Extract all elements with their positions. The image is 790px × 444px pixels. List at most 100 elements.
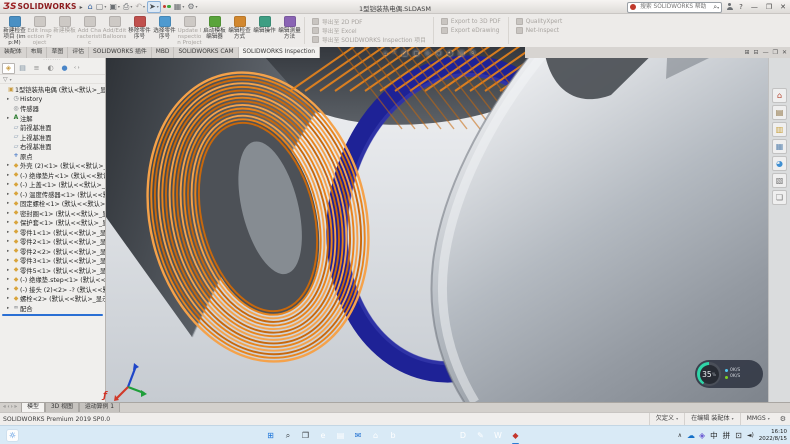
tree-item[interactable]: ▸ 注解 <box>0 114 105 124</box>
view-palette-icon[interactable]: ▦ <box>772 139 787 154</box>
dropdown-caret-icon[interactable]: ▾ <box>182 4 184 9</box>
help-search-box[interactable]: ⌕ ▾ <box>627 2 722 13</box>
command-tab[interactable]: SOLIDWORKS CAM <box>174 47 238 58</box>
view-settings-icon[interactable]: ⚙ <box>470 49 476 57</box>
ribbon-small-button[interactable]: 导出至 Excel <box>312 26 426 35</box>
ribbon-small-button[interactable]: Export eDrawing <box>441 26 501 35</box>
tree-item[interactable]: ▸ 1型铠装热电偶 (默认<默认>_显示状态-1 <box>0 85 105 95</box>
home-icon[interactable]: ⌂ ▾ <box>87 1 94 13</box>
widgets-icon[interactable]: ☼ <box>6 429 19 442</box>
sw-resources-icon[interactable]: ⌂ <box>772 88 787 103</box>
edge-icon[interactable]: e <box>317 429 330 442</box>
ribbon-button[interactable]: 编辑测量方法 <box>277 14 302 47</box>
tree-item[interactable]: ▸ (-) 绝缘垫.step<1> (默认<<默认> <box>0 275 105 285</box>
status-item[interactable]: 欠定义▾ <box>649 413 684 425</box>
doc-new-window-icon[interactable]: ⊞ <box>745 47 750 58</box>
tree-item[interactable]: ▸ (-) 绝缘垫片<1> (默认<<默认>_显 <box>0 171 105 181</box>
tree-item[interactable]: ▸ 前视基准面 <box>0 123 105 133</box>
browser-icon[interactable] <box>439 429 452 442</box>
tree-item[interactable]: ▸ 螺栓<2> (默认<<默认>_显示状态 <box>0 294 105 304</box>
doc-close-icon[interactable]: ✕ <box>782 47 787 58</box>
tree-filter[interactable]: ▽ ▾ <box>0 75 105 84</box>
status-gear-icon[interactable]: ⚙ <box>776 415 790 423</box>
store-icon[interactable]: ⌂ <box>369 429 382 442</box>
model-tab[interactable]: 3D 视图 <box>45 402 79 412</box>
dropdown-caret-icon[interactable]: ▾ <box>118 4 120 9</box>
command-tab[interactable]: 草图 <box>47 47 68 58</box>
forum-icon[interactable]: ❏ <box>772 190 787 205</box>
tree-item[interactable]: ▸ 密封圈<1> (默认<<默认>_显示状态 <box>0 209 105 219</box>
tree-item[interactable]: ▸ History <box>0 95 105 105</box>
tree-item[interactable]: ▸ (-) 上盖<1> (默认<<默认>_显示状 <box>0 180 105 190</box>
ime-mode-indicator[interactable]: 拼 <box>723 430 731 441</box>
ribbon-small-button[interactable]: 导出至 2D PDF <box>312 17 426 26</box>
traffic-light-icon[interactable]: ▾ <box>162 1 172 13</box>
status-item[interactable]: 在编辑 装配体▾ <box>684 413 740 425</box>
task-view-icon[interactable]: ❐ <box>299 429 312 442</box>
model-tab[interactable]: 模型 <box>21 402 45 412</box>
tree-item[interactable]: ▸ 配合 <box>0 304 105 314</box>
tab-dimxpertmanager[interactable]: ◐ <box>44 63 57 74</box>
tab-featuremanager[interactable]: ◈ <box>2 63 15 74</box>
tray-chevron-icon[interactable]: ∧ <box>678 432 682 439</box>
custom-properties-icon[interactable]: ▧ <box>772 173 787 188</box>
ribbon-button[interactable]: Update Inspection Project <box>177 14 202 47</box>
tree-item[interactable]: ▸ 零件2<1> (默认<<默认>_显示状态 <box>0 237 105 247</box>
dropdown-caret-icon[interactable]: ▾ <box>143 4 145 9</box>
tab-scroll-buttons[interactable]: «‹›» <box>0 403 21 412</box>
cast-icon[interactable]: ⊡ <box>735 429 742 442</box>
ribbon-button[interactable]: 移除零件序号 <box>127 14 152 47</box>
taskbar-clock[interactable]: 16:10 2022/8/15 <box>759 429 787 442</box>
status-item[interactable]: MMGS▾ <box>740 413 776 425</box>
tree-item[interactable]: ▸ 原点 <box>0 152 105 162</box>
command-tab[interactable]: 评估 <box>68 47 89 58</box>
tree-rollback-bar[interactable] <box>2 314 103 316</box>
file-explorer-icon[interactable]: ▤ <box>334 429 347 442</box>
logo-expand-icon[interactable]: ▸ <box>80 4 83 11</box>
dictionary-icon[interactable]: D <box>457 429 470 442</box>
word-icon[interactable]: W <box>492 429 505 442</box>
start-icon[interactable]: ⊞ <box>264 429 277 442</box>
bing-icon[interactable]: b <box>387 429 400 442</box>
tab-configurationmanager[interactable]: ≡ <box>30 63 43 74</box>
save-icon[interactable]: ▣ ▾ <box>108 1 121 13</box>
tree-item[interactable]: ▸ 右视基准面 <box>0 142 105 152</box>
onedrive-icon[interactable]: ☁ <box>687 429 695 442</box>
search-input[interactable] <box>638 3 713 11</box>
display-grid-icon[interactable]: ▦ ▾ <box>173 1 186 13</box>
ribbon-button[interactable]: Add Characteristic <box>77 14 102 47</box>
ribbon-button[interactable]: 编辑操作 <box>252 14 277 47</box>
command-tab[interactable]: SOLIDWORKS 插件 <box>89 47 152 58</box>
tree-item[interactable]: ▸ 保护套<1> (默认<<默认>_显示状态 <box>0 218 105 228</box>
command-tab[interactable]: 布局 <box>27 47 48 58</box>
ribbon-button[interactable]: 启动模板编辑器 <box>202 14 227 47</box>
undo-icon[interactable]: ↶ ▾ <box>134 1 146 13</box>
panel-tabs-more-icon[interactable]: ‹ › <box>74 65 80 71</box>
tree-item[interactable]: ▸ 零件3<1> (默认<<默认>_显示状态 <box>0 256 105 266</box>
tab-propertymanager[interactable]: ▤ <box>16 63 29 74</box>
command-tab[interactable]: SOLIDWORKS Inspection <box>239 47 320 58</box>
search-icon[interactable]: ⌕ <box>282 429 295 442</box>
ribbon-small-button[interactable]: Net-Inspect <box>516 26 563 35</box>
viewport-3d[interactable] <box>106 47 790 402</box>
mail-icon[interactable]: ✉ <box>352 429 365 442</box>
defender-icon[interactable]: ◈ <box>699 429 705 442</box>
ribbon-button[interactable]: 编辑检查方式 <box>227 14 252 47</box>
tree-item[interactable]: ▸ 零件1<1> (默认<<默认>_显示状态= <box>0 228 105 238</box>
zoom-fit-icon[interactable]: ⌂ <box>383 49 387 57</box>
solidworks-icon[interactable]: ◆ <box>509 429 522 442</box>
chrome-icon[interactable] <box>422 429 435 442</box>
search-caret-icon[interactable]: ▾ <box>717 5 719 10</box>
new-document-icon[interactable]: ▢ ▾ <box>95 1 108 13</box>
ime-language-indicator[interactable]: 中 <box>710 430 718 441</box>
ribbon-small-button[interactable]: Export to 3D PDF <box>441 17 501 26</box>
select-arrow-icon[interactable]: ➤ ▾ <box>147 1 161 13</box>
design-library-icon[interactable]: ▤ <box>772 105 787 120</box>
zoom-hud[interactable]: 35% 0K/S 0K/S <box>695 360 763 388</box>
options-gear-icon[interactable]: ⚙ ▾ <box>186 1 198 13</box>
doc-split-icon[interactable]: ⊟ <box>754 47 759 58</box>
ribbon-button[interactable]: 新建检查项目 (imp:M) <box>2 14 27 47</box>
tree-item[interactable]: ▸ 传感器 <box>0 104 105 114</box>
wechat-icon[interactable] <box>404 429 417 442</box>
command-tab[interactable]: 装配体 <box>0 47 27 58</box>
